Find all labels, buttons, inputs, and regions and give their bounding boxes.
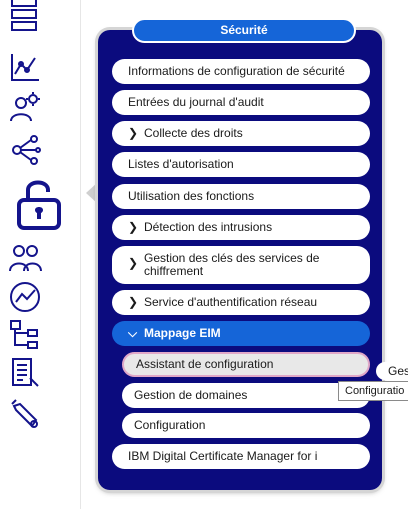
submenu-item-label: Gestion de domaines bbox=[134, 388, 248, 402]
menu-item-security-config-info[interactable]: Informations de configuration de sécurit… bbox=[112, 59, 370, 84]
navigation-rail bbox=[0, 0, 81, 509]
menu-item-label: Détection des intrusions bbox=[144, 220, 273, 234]
performance-gauge-icon[interactable] bbox=[8, 280, 42, 314]
chevron-right-icon: ❯ bbox=[128, 256, 139, 270]
submenu-item-label: Configuration bbox=[134, 418, 206, 432]
chevron-right-icon: ❯ bbox=[128, 220, 139, 234]
submenu-item-domain-management[interactable]: Gestion de domaines bbox=[122, 383, 370, 408]
network-nodes-icon[interactable] bbox=[8, 132, 42, 166]
submenu-item-label: Assistant de configuration bbox=[136, 357, 274, 371]
cascading-menu-peek[interactable]: Ges bbox=[376, 362, 408, 380]
chevron-down-icon: ⌵ bbox=[128, 326, 138, 340]
menu-item-label: Informations de configuration de sécurit… bbox=[128, 64, 345, 78]
menu-item-audit-journal[interactable]: Entrées du journal d'audit bbox=[112, 90, 370, 115]
tools-icon[interactable] bbox=[8, 398, 42, 432]
menu-item-authorization-lists[interactable]: Listes d'autorisation bbox=[112, 152, 370, 177]
menu-item-network-auth-service[interactable]: ❯ Service d'authentification réseau bbox=[112, 290, 370, 315]
user-settings-icon[interactable] bbox=[8, 90, 42, 124]
line-chart-icon[interactable] bbox=[8, 50, 42, 84]
menu-item-label: Collecte des droits bbox=[144, 126, 243, 140]
menu-item-label: Utilisation des fonctions bbox=[128, 189, 255, 203]
menu-item-label: Service d'authentification réseau bbox=[144, 295, 318, 309]
chevron-right-icon: ❯ bbox=[128, 126, 139, 140]
chevron-right-icon: ❯ bbox=[128, 295, 139, 309]
flyout-pointer bbox=[86, 182, 98, 204]
panel-title: Sécurité bbox=[132, 18, 356, 43]
menu-item-function-usage[interactable]: Utilisation des fonctions bbox=[112, 184, 370, 209]
menu-item-digital-certificate-manager[interactable]: IBM Digital Certificate Manager for i bbox=[112, 444, 370, 469]
server-list-icon[interactable] bbox=[8, 0, 42, 31]
users-group-icon[interactable] bbox=[8, 240, 42, 274]
menu-item-intrusion-detection[interactable]: ❯ Détection des intrusions bbox=[112, 215, 370, 240]
menu-item-label: IBM Digital Certificate Manager for i bbox=[128, 449, 318, 463]
menu-item-label: Entrées du journal d'audit bbox=[128, 95, 264, 109]
journal-icon[interactable] bbox=[8, 356, 42, 390]
menu-item-eim-mapping[interactable]: ⌵ Mappage EIM bbox=[112, 321, 370, 346]
menu-item-label: Mappage EIM bbox=[144, 326, 221, 340]
hierarchy-icon[interactable] bbox=[8, 318, 42, 352]
submenu-item-configuration-wizard[interactable]: Assistant de configuration bbox=[122, 352, 370, 377]
security-lock-icon[interactable] bbox=[14, 176, 64, 232]
tooltip: Configuratio bbox=[338, 381, 408, 401]
menu-item-label: Gestion des clés des services de chiffre… bbox=[144, 251, 320, 278]
menu-item-authority-collection[interactable]: ❯ Collecte des droits bbox=[112, 121, 370, 146]
menu-item-label: Listes d'autorisation bbox=[128, 157, 234, 171]
submenu-item-configuration[interactable]: Configuration bbox=[122, 413, 370, 438]
menu-item-crypto-key-management[interactable]: ❯ Gestion des clés des services de chiffr… bbox=[112, 246, 370, 284]
